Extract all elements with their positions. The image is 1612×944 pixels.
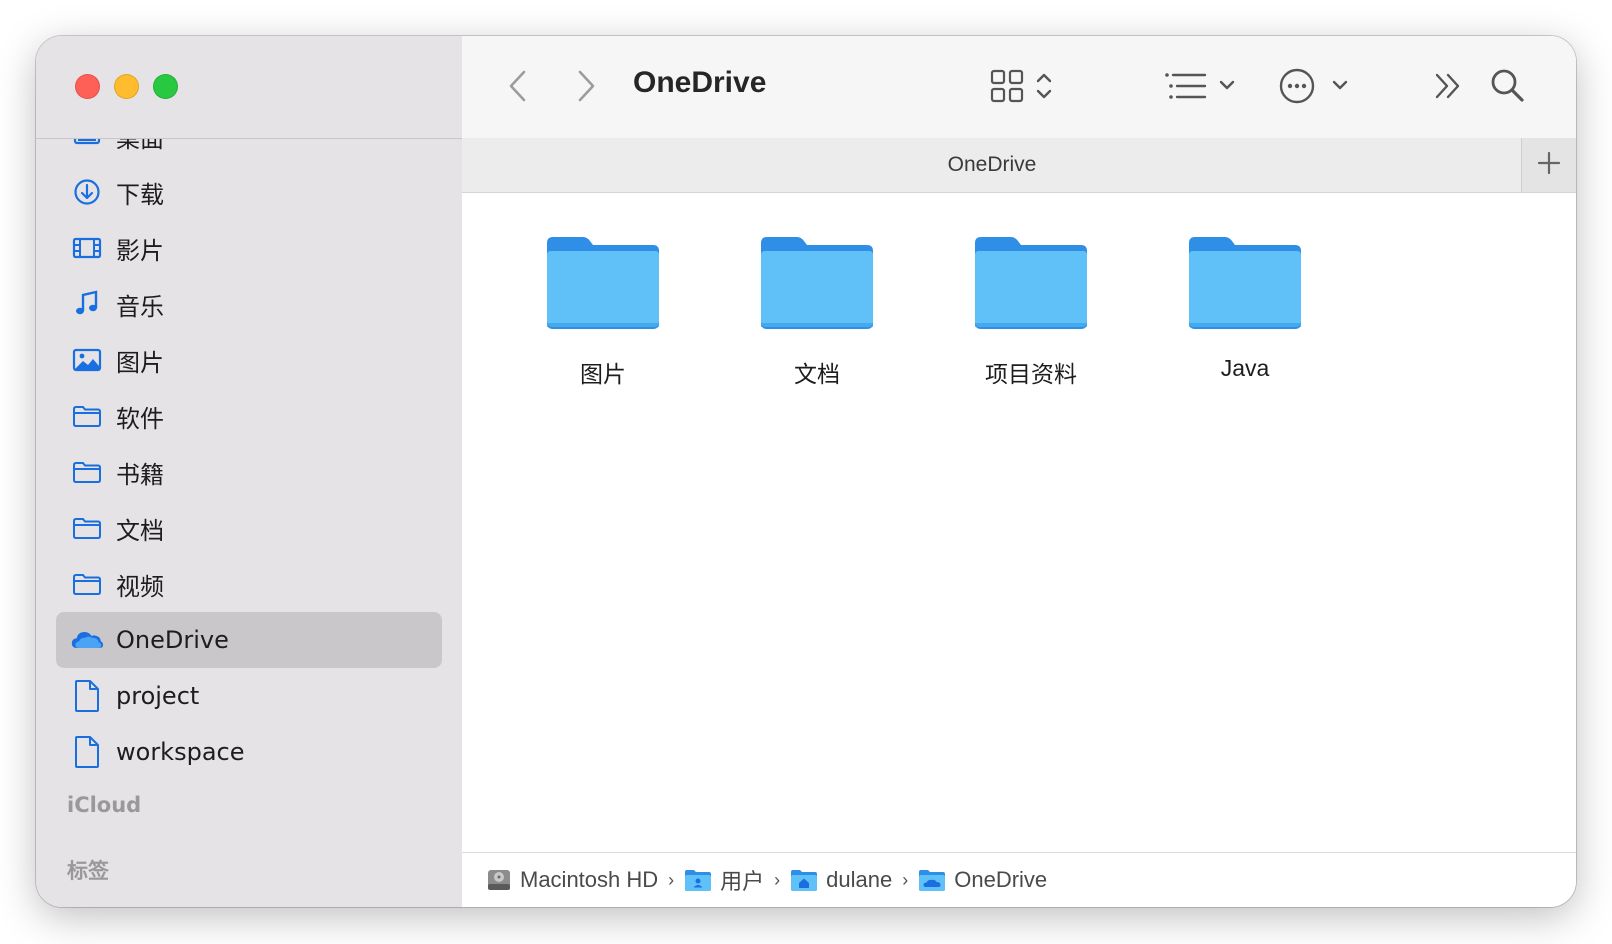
folder-name: Java — [1220, 355, 1270, 381]
path-crumb-onedrive[interactable]: OneDrive — [918, 867, 1047, 893]
close-button[interactable] — [75, 74, 100, 99]
chevron-right-icon: › — [668, 869, 675, 890]
chevron-right-icon: › — [902, 869, 909, 890]
cloud-folder-icon — [918, 868, 946, 892]
list-group-icon — [1162, 67, 1242, 109]
sidebar-item-label: 音乐 — [116, 292, 164, 321]
folder-icon — [70, 511, 104, 545]
path-crumb-label: dulane — [826, 867, 893, 892]
back-button[interactable] — [498, 68, 538, 108]
grid-view-icon — [988, 67, 1058, 109]
view-mode-button[interactable] — [988, 66, 1058, 110]
double-chevron-right-icon — [1431, 69, 1465, 107]
cloud-icon — [70, 623, 104, 657]
path-crumb-label: 用户 — [720, 869, 765, 894]
folder-name: 文档 — [794, 361, 840, 387]
chevron-right-icon: › — [774, 869, 781, 890]
minimize-button[interactable] — [114, 74, 139, 99]
search-icon — [1489, 67, 1527, 109]
sidebar-item-pictures[interactable]: 图片 — [56, 332, 442, 388]
chevron-left-icon — [507, 69, 529, 107]
sidebar-item-downloads[interactable]: 下载 — [56, 164, 442, 220]
folder-name: 项目资料 — [985, 361, 1077, 387]
sidebar-item-label: 下载 — [116, 180, 164, 209]
film-icon — [70, 231, 104, 265]
sidebar-item-books[interactable]: 书籍 — [56, 444, 442, 500]
path-crumb-macintosh-hd[interactable]: Macintosh HD — [486, 867, 658, 893]
folder-icon — [757, 237, 877, 337]
main-pane: OneDrive OneDrive 图片 文档 项目资料 Java Macint… — [462, 36, 1576, 907]
chevron-right-icon — [575, 69, 597, 107]
file-grid: 图片 文档 项目资料 Java — [462, 193, 1576, 853]
folder-icon — [1185, 237, 1305, 337]
path-crumb-label: OneDrive — [954, 867, 1048, 892]
sidebar-item-workspace[interactable]: workspace — [56, 724, 442, 780]
tab-onedrive[interactable]: OneDrive — [462, 138, 1522, 192]
path-bar: Macintosh HD › 用户 › dulane › OneDrive — [462, 852, 1576, 907]
folder-icon — [971, 237, 1091, 337]
folder-icon — [543, 237, 663, 337]
sidebar: 桌面 下载 影片 音乐 — [36, 36, 463, 907]
sidebar-item-project[interactable]: project — [56, 668, 442, 724]
tab-bar: OneDrive — [462, 138, 1576, 193]
sidebar-item-label: 视频 — [116, 572, 164, 601]
folder-name: 图片 — [580, 361, 626, 387]
sidebar-item-label: 影片 — [116, 236, 164, 265]
group-by-button[interactable] — [1162, 66, 1242, 110]
music-note-icon — [70, 287, 104, 321]
finder-window: 桌面 下载 影片 音乐 — [36, 36, 1576, 907]
document-icon — [70, 735, 104, 769]
sidebar-item-videos[interactable]: 视频 — [56, 556, 442, 612]
sidebar-section-tags[interactable]: 标签 — [67, 855, 109, 885]
download-icon — [70, 175, 104, 209]
sidebar-item-music[interactable]: 音乐 — [56, 276, 442, 332]
sidebar-item-software[interactable]: 软件 — [56, 388, 442, 444]
new-tab-button[interactable] — [1521, 138, 1576, 192]
home-folder-icon — [790, 868, 818, 892]
sidebar-item-label: project — [116, 682, 200, 710]
folder-icon — [70, 399, 104, 433]
search-button[interactable] — [1486, 66, 1530, 110]
folder-icon — [70, 567, 104, 601]
sidebar-item-label: workspace — [116, 738, 245, 766]
maximize-button[interactable] — [153, 74, 178, 99]
document-icon — [70, 679, 104, 713]
hard-drive-icon — [486, 867, 512, 893]
path-crumb-users[interactable]: 用户 — [684, 864, 764, 896]
plus-icon — [1536, 150, 1562, 180]
path-crumb-home[interactable]: dulane — [790, 867, 892, 893]
forward-button[interactable] — [566, 68, 606, 108]
sidebar-item-onedrive[interactable]: OneDrive — [56, 612, 442, 668]
action-menu-button[interactable] — [1277, 64, 1357, 112]
folder-item[interactable]: 图片 — [518, 233, 688, 389]
toolbar: OneDrive — [462, 36, 1576, 139]
sidebar-item-label: 书籍 — [116, 460, 164, 489]
users-folder-icon — [684, 868, 712, 892]
ellipsis-circle-icon — [1277, 64, 1357, 112]
sidebar-item-label: OneDrive — [116, 626, 229, 654]
sidebar-item-label: 文档 — [116, 516, 164, 545]
window-title: OneDrive — [633, 66, 767, 99]
sidebar-item-movies[interactable]: 影片 — [56, 220, 442, 276]
path-crumb-label: Macintosh HD — [520, 867, 659, 892]
folder-item[interactable]: 文档 — [732, 233, 902, 389]
more-toolbar-button[interactable] — [1428, 68, 1468, 108]
photo-icon — [70, 343, 104, 377]
folder-item[interactable]: 项目资料 — [946, 233, 1116, 389]
folder-item[interactable]: Java — [1160, 233, 1330, 382]
sidebar-section-icloud[interactable]: iCloud — [67, 793, 141, 817]
sidebar-item-label: 软件 — [116, 404, 164, 433]
window-controls — [75, 74, 178, 99]
folder-icon — [70, 455, 104, 489]
sidebar-favorites: 桌面 下载 影片 音乐 — [36, 108, 462, 780]
sidebar-item-label: 图片 — [116, 348, 164, 377]
sidebar-item-documents[interactable]: 文档 — [56, 500, 442, 556]
